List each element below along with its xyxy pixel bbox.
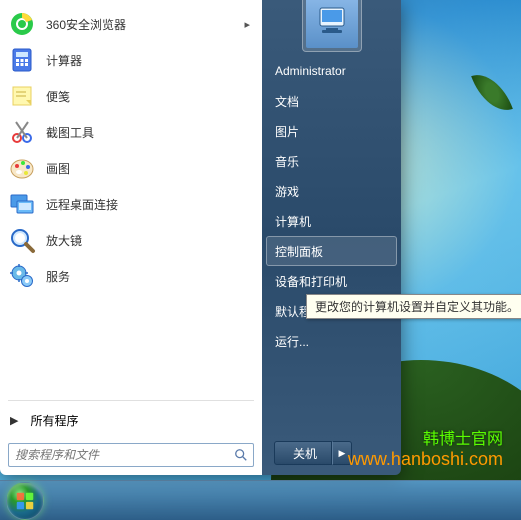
program-item-calculator[interactable]: 计算器 [2,42,260,78]
program-label: 便笺 [46,88,70,105]
program-label: 服务 [46,268,70,285]
start-menu: 360安全浏览器计算器便笺截图工具画图远程桌面连接放大镜服务 ▶ 所有程序 Ad… [0,0,401,475]
triangle-right-icon: ▶ [10,414,18,427]
program-item-remote-desktop[interactable]: 远程桌面连接 [2,186,260,222]
separator [8,400,254,401]
start-menu-right-pane: Administrator文档图片音乐游戏计算机控制面板设备和打印机默认程序运行… [262,0,401,475]
shutdown-button[interactable]: 关机 [274,441,332,465]
remote-desktop-icon [8,190,36,218]
program-label: 计算器 [46,52,82,69]
right-menu-item-5[interactable]: 计算机 [262,206,401,236]
start-button[interactable] [6,482,44,520]
program-label: 远程桌面连接 [46,196,118,213]
sticky-notes-icon [8,82,36,110]
services-icon [8,262,36,290]
watermark: 韩博士官网 www.hanboshi.com [348,425,503,470]
calculator-icon [8,46,36,74]
watermark-title: 韩博士官网 [348,425,503,449]
tooltip: 更改您的计算机设置并自定义其功能。 [306,294,521,319]
right-menu-item-4[interactable]: 游戏 [262,176,401,206]
program-item-sticky-notes[interactable]: 便笺 [2,78,260,114]
shutdown-label: 关机 [293,445,317,462]
program-label: 360安全浏览器 [46,16,126,33]
right-menu-item-9[interactable]: 运行... [262,326,401,356]
search-input[interactable] [8,443,254,467]
program-item-snipping-tool[interactable]: 截图工具 [2,114,260,150]
snipping-tool-icon [8,118,36,146]
search-icon [234,448,248,462]
browser-360-icon [8,10,36,38]
program-label: 放大镜 [46,232,82,249]
right-menu-item-3[interactable]: 音乐 [262,146,401,176]
user-avatar [306,0,358,48]
program-item-paint[interactable]: 画图 [2,150,260,186]
right-menu-item-0[interactable]: Administrator [262,56,401,86]
program-list: 360安全浏览器计算器便笺截图工具画图远程桌面连接放大镜服务 [0,0,262,396]
all-programs-button[interactable]: ▶ 所有程序 [0,405,262,435]
program-label: 画图 [46,160,70,177]
all-programs-label: 所有程序 [30,412,78,429]
right-menu-item-1[interactable]: 文档 [262,86,401,116]
start-menu-left-pane: 360安全浏览器计算器便笺截图工具画图远程桌面连接放大镜服务 ▶ 所有程序 [0,0,262,475]
right-menu-item-7[interactable]: 设备和打印机 [262,266,401,296]
paint-icon [8,154,36,182]
program-item-browser-360[interactable]: 360安全浏览器 [2,6,260,42]
magnifier-icon [8,226,36,254]
right-menu-item-2[interactable]: 图片 [262,116,401,146]
program-item-magnifier[interactable]: 放大镜 [2,222,260,258]
watermark-url: www.hanboshi.com [348,449,503,470]
user-avatar-frame[interactable] [302,0,362,52]
program-item-services[interactable]: 服务 [2,258,260,294]
right-menu-item-6[interactable]: 控制面板 [266,236,397,266]
taskbar[interactable] [0,480,521,520]
program-label: 截图工具 [46,124,94,141]
